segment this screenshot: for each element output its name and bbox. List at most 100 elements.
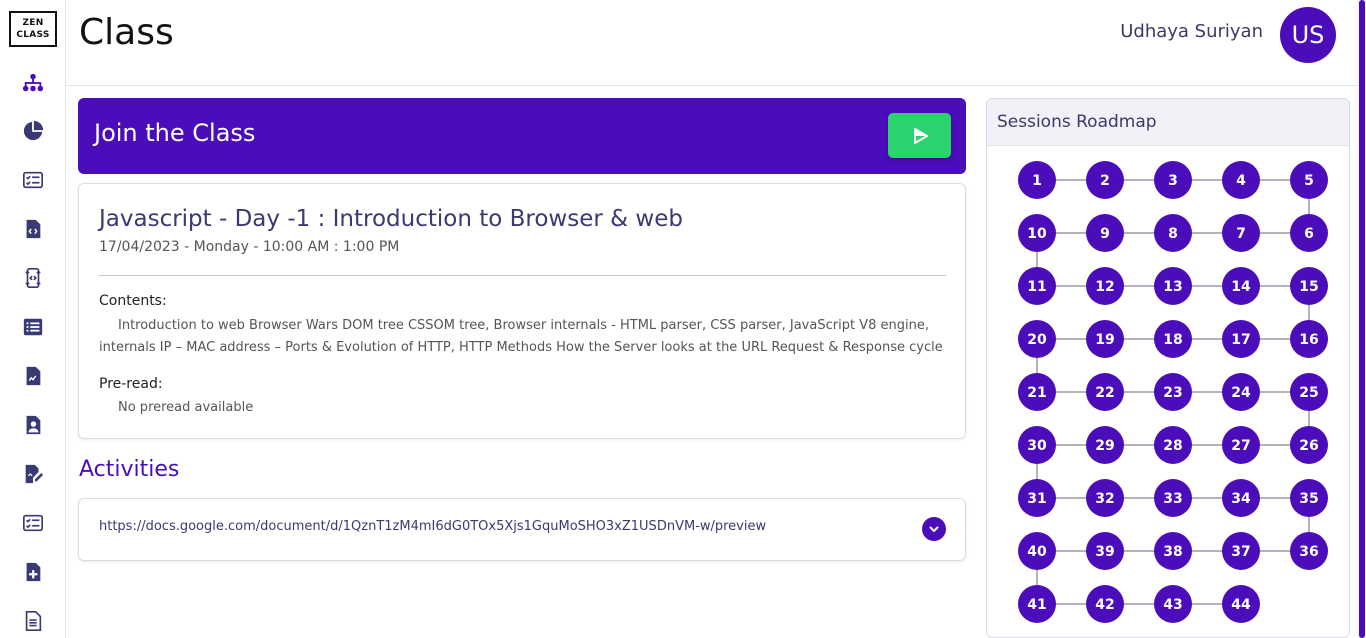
session-node-8[interactable]: 8 [1154,214,1192,252]
session-node-35[interactable]: 35 [1290,479,1328,517]
session-node-7[interactable]: 7 [1222,214,1260,252]
certificate-icon[interactable] [21,609,45,633]
session-node-22[interactable]: 22 [1086,373,1124,411]
session-node-20[interactable]: 20 [1018,320,1056,358]
session-node-label: 15 [1299,279,1318,295]
zen-class-logo[interactable]: ZEN CLASS [9,11,57,47]
session-node-38[interactable]: 38 [1154,532,1192,570]
session-node-24[interactable]: 24 [1222,373,1260,411]
avatar[interactable]: US [1280,7,1336,63]
session-node-27[interactable]: 27 [1222,426,1260,464]
session-node-33[interactable]: 33 [1154,479,1192,517]
session-node-21[interactable]: 21 [1018,373,1056,411]
capstone-icon[interactable] [21,266,45,290]
session-node-label: 37 [1231,544,1250,560]
session-node-28[interactable]: 28 [1154,426,1192,464]
scrollbar-thumb[interactable] [1359,0,1365,638]
activity-link[interactable]: https://docs.google.com/document/d/1QznT… [99,519,766,534]
divider [99,275,946,276]
session-node-11[interactable]: 11 [1018,267,1056,305]
session-node-label: 20 [1027,332,1047,348]
session-node-label: 43 [1163,597,1182,613]
class-icon[interactable] [21,71,45,95]
session-node-39[interactable]: 39 [1086,532,1124,570]
session-node-16[interactable]: 16 [1290,320,1328,358]
session-node-1[interactable]: 1 [1018,161,1056,199]
session-node-12[interactable]: 12 [1086,267,1124,305]
leave-icon[interactable] [21,560,45,584]
session-node-32[interactable]: 32 [1086,479,1124,517]
session-node-label: 25 [1299,385,1318,401]
session-node-44[interactable]: 44 [1222,585,1260,623]
session-node-label: 39 [1095,544,1114,560]
session-node-43[interactable]: 43 [1154,585,1192,623]
join-class-title: Join the Class [94,119,256,147]
session-node-40[interactable]: 40 [1018,532,1056,570]
session-node-label: 19 [1095,332,1114,348]
webcode-icon[interactable] [21,217,45,241]
chevron-down-icon [929,526,939,532]
session-node-25[interactable]: 25 [1290,373,1328,411]
tasks-icon[interactable] [21,168,45,192]
requirements-icon[interactable] [21,364,45,388]
user-name[interactable]: Udhaya Suriyan [1120,21,1263,42]
session-node-41[interactable]: 41 [1018,585,1056,623]
sessions-roadmap: Sessions Roadmap 1 2 3 4 5 10 9 8 7 6 11 12 13 14 15 20… [986,98,1350,638]
session-node-label: 41 [1027,597,1046,613]
class-time: 17/04/2023 - Monday - 10:00 AM : 1:00 PM [99,239,400,255]
session-node-label: 8 [1168,226,1178,242]
expand-button[interactable] [922,517,946,541]
dashboard-icon[interactable] [21,119,45,143]
session-node-29[interactable]: 29 [1086,426,1124,464]
session-node-label: 2 [1100,173,1110,189]
class-title: Javascript - Day -1 : Introduction to Br… [99,206,683,232]
application-icon[interactable] [21,462,45,486]
session-node-3[interactable]: 3 [1154,161,1192,199]
session-node-13[interactable]: 13 [1154,267,1192,305]
session-node-19[interactable]: 19 [1086,320,1124,358]
session-node-15[interactable]: 15 [1290,267,1328,305]
session-node-36[interactable]: 36 [1290,532,1328,570]
play-icon [913,127,928,144]
session-node-label: 13 [1163,279,1182,295]
session-node-14[interactable]: 14 [1222,267,1260,305]
page-title: Class [79,12,174,53]
session-node-label: 16 [1299,332,1318,348]
session-node-label: 42 [1095,597,1114,613]
queries-icon[interactable] [21,315,45,339]
session-node-label: 36 [1299,544,1318,560]
session-node-18[interactable]: 18 [1154,320,1192,358]
session-node-10[interactable]: 10 [1018,214,1056,252]
session-node-26[interactable]: 26 [1290,426,1328,464]
session-node-30[interactable]: 30 [1018,426,1056,464]
session-node-42[interactable]: 42 [1086,585,1124,623]
session-node-label: 14 [1231,279,1251,295]
session-node-label: 11 [1027,279,1046,295]
session-node-label: 32 [1095,491,1114,507]
session-node-label: 10 [1027,226,1047,242]
session-node-23[interactable]: 23 [1154,373,1192,411]
session-node-9[interactable]: 9 [1086,214,1124,252]
activities-title: Activities [79,457,180,482]
session-node-label: 35 [1299,491,1318,507]
session-node-4[interactable]: 4 [1222,161,1260,199]
portfolio-icon[interactable] [21,413,45,437]
session-node-5[interactable]: 5 [1290,161,1328,199]
session-node-label: 3 [1168,173,1178,189]
session-node-label: 28 [1163,438,1182,454]
join-class-play-button[interactable] [888,113,951,158]
session-node-label: 33 [1163,491,1182,507]
session-node-34[interactable]: 34 [1222,479,1260,517]
session-node-2[interactable]: 2 [1086,161,1124,199]
session-node-37[interactable]: 37 [1222,532,1260,570]
session-node-31[interactable]: 31 [1018,479,1056,517]
logo-line1: ZEN [22,18,44,28]
logo-line2: CLASS [16,30,50,40]
session-node-17[interactable]: 17 [1222,320,1260,358]
scrollbar-track[interactable] [1358,0,1366,638]
interview-tasks-icon[interactable] [21,511,45,535]
session-node-label: 7 [1236,226,1246,242]
session-node-6[interactable]: 6 [1290,214,1328,252]
activity-item[interactable]: https://docs.google.com/document/d/1QznT… [78,498,966,561]
session-node-label: 18 [1163,332,1182,348]
